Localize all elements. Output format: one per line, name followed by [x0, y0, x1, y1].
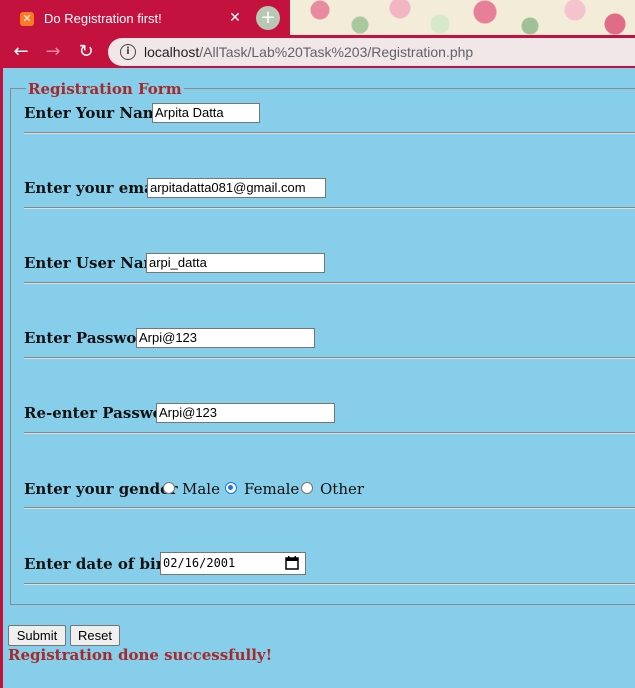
status-message: Registration done successfully! [8, 646, 273, 664]
divider [24, 132, 635, 134]
name-input[interactable]: Arpita Datta [152, 103, 260, 123]
gender-label: Enter your gender [24, 480, 178, 498]
form-legend: Registration Form [26, 80, 184, 98]
dob-label: Enter date of birth [24, 555, 182, 573]
gender-other-radio[interactable] [301, 482, 313, 494]
close-tab-icon[interactable]: ✕ [226, 9, 244, 27]
browser-theme-background [290, 0, 635, 35]
xampp-icon: ✕ [20, 12, 34, 26]
divider [24, 357, 635, 359]
tab-bar: ✕ Do Registration first! ✕ + [0, 0, 635, 35]
site-info-icon[interactable]: i [120, 44, 136, 60]
forward-icon[interactable]: → [41, 40, 65, 64]
reload-icon[interactable]: ↻ [74, 40, 98, 64]
tab-title: Do Registration first! [44, 11, 162, 26]
address-bar[interactable]: i localhost/AllTask/Lab%20Task%203/Regis… [108, 38, 635, 66]
repassword-input[interactable]: Arpi@123 [156, 403, 335, 423]
gender-other-label: Other [320, 480, 365, 498]
dob-value: 02/16/2001 [163, 556, 236, 570]
name-label: Enter Your Name [24, 104, 169, 122]
url-text[interactable]: localhost/AllTask/Lab%20Task%203/Registr… [144, 44, 473, 60]
window-border [0, 68, 3, 688]
password-input[interactable]: Arpi@123 [136, 328, 315, 348]
gender-female-radio[interactable] [225, 482, 237, 494]
divider [24, 207, 635, 209]
gender-female-label: Female [244, 480, 300, 498]
divider [24, 507, 635, 509]
back-icon[interactable]: ← [9, 40, 33, 64]
gender-male-label: Male [182, 480, 220, 498]
divider [24, 432, 635, 434]
username-input[interactable]: arpi_datta [146, 253, 325, 273]
calendar-icon[interactable] [285, 556, 299, 570]
email-input[interactable]: arpitadatta081@gmail.com [147, 178, 326, 198]
reset-button[interactable]: Reset [70, 625, 120, 646]
email-label: Enter your email [24, 179, 166, 197]
submit-button[interactable]: Submit [8, 625, 66, 646]
new-tab-button[interactable]: + [256, 6, 280, 30]
divider [24, 282, 635, 284]
gender-male-radio[interactable] [163, 482, 175, 494]
divider [24, 583, 635, 585]
dob-input[interactable]: 02/16/2001 [160, 552, 306, 575]
browser-tab[interactable]: ✕ Do Registration first! ✕ [8, 3, 248, 35]
